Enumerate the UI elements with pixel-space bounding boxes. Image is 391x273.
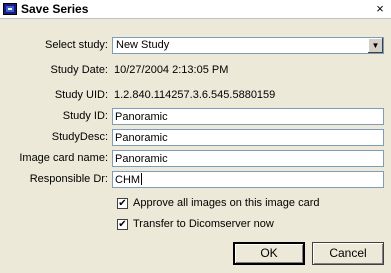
checkmark-icon: ✔ <box>118 219 127 230</box>
transfer-checkbox[interactable]: ✔ <box>117 219 128 230</box>
study-uid-label: Study UID: <box>54 89 108 101</box>
close-icon[interactable]: × <box>373 1 387 16</box>
responsible-dr-input[interactable]: CHM <box>112 171 384 188</box>
responsible-dr-value: CHM <box>115 174 141 186</box>
save-series-dialog: Save Series × Select study: New Study ▼ … <box>0 0 391 273</box>
title-bar: Save Series × <box>0 0 391 19</box>
image-card-name-input[interactable]: Panoramic <box>112 150 384 167</box>
study-date-value: 10/27/2004 2:13:05 PM <box>114 64 229 76</box>
study-id-label: Study ID: <box>62 110 108 122</box>
approve-all-checkbox[interactable]: ✔ <box>117 198 128 209</box>
select-study-dropdown[interactable]: New Study ▼ <box>112 37 384 54</box>
select-study-value: New Study <box>116 39 170 51</box>
checkmark-icon: ✔ <box>118 198 127 209</box>
image-card-name-label: Image card name: <box>19 152 108 164</box>
text-cursor <box>141 173 143 185</box>
app-icon <box>3 3 17 15</box>
ok-button[interactable]: OK <box>233 242 305 265</box>
approve-all-label[interactable]: Approve all images on this image card <box>133 197 319 209</box>
study-desc-input[interactable]: Panoramic <box>112 129 384 146</box>
study-id-input[interactable]: Panoramic <box>112 108 384 125</box>
responsible-dr-label: Responsible Dr: <box>29 173 108 185</box>
transfer-label[interactable]: Transfer to Dicomserver now <box>133 218 274 230</box>
study-date-label: Study Date: <box>50 64 108 76</box>
study-desc-label: StudyDesc: <box>51 131 108 143</box>
window-title: Save Series <box>21 2 89 16</box>
cancel-button[interactable]: Cancel <box>312 242 384 265</box>
study-uid-value: 1.2.840.114257.3.6.545.5880159 <box>114 89 276 101</box>
chevron-down-icon[interactable]: ▼ <box>367 38 383 53</box>
select-study-label: Select study: <box>45 39 108 51</box>
